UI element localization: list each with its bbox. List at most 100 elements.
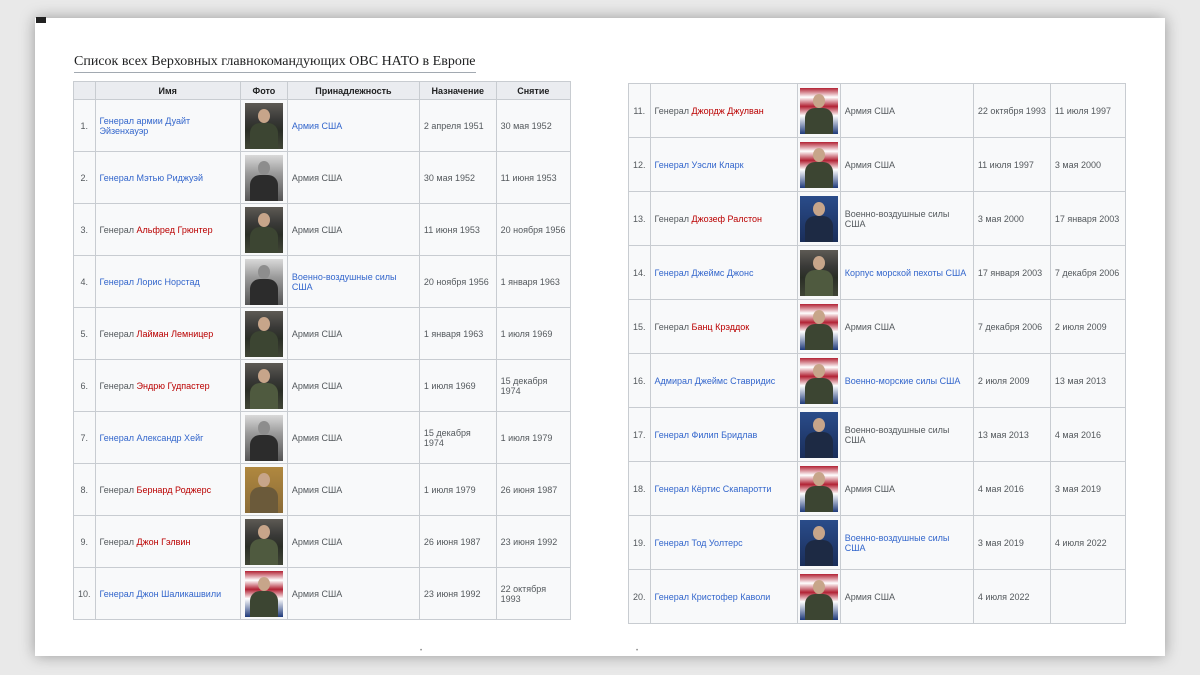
removed-date: 13 мая 2013: [1049, 353, 1127, 408]
general-portrait-icon[interactable]: [244, 258, 283, 305]
commander-name-link[interactable]: Джозеф Ралстон: [692, 214, 762, 224]
commander-name-link[interactable]: Генерал Филип Бридлав: [655, 430, 758, 440]
commander-name-link[interactable]: Лайман Лемницер: [137, 329, 214, 339]
commander-name-link[interactable]: Джон Гэлвин: [137, 537, 191, 547]
admiral-portrait-icon[interactable]: [799, 357, 838, 404]
general-portrait-icon[interactable]: [244, 466, 283, 513]
commander-name-link[interactable]: Генерал Уэсли Кларк: [655, 160, 744, 170]
scan-mark: •: [420, 648, 423, 654]
commander-name-link[interactable]: Альфред Грюнтер: [137, 225, 213, 235]
header-number: [73, 81, 96, 100]
rank-label: Генерал: [99, 224, 137, 235]
photo-cell: [796, 407, 841, 462]
general-portrait-icon[interactable]: [244, 518, 283, 565]
appointed-date: 1 июля 1969: [418, 359, 497, 412]
commander-name-cell: Генерал Лорис Норстад: [94, 255, 241, 308]
general-portrait-icon[interactable]: [799, 303, 838, 350]
affiliation-cell[interactable]: Военно-воздушные силы США: [286, 255, 420, 308]
appointed-date: 7 декабря 2006: [972, 299, 1051, 354]
general-portrait-icon[interactable]: [244, 570, 283, 617]
table-row: 1. Генерал армии Дуайт Эйзенхауэр Армия СШ…: [73, 99, 572, 152]
appointed-date: 11 июля 1997: [972, 137, 1051, 192]
removed-date: 11 июня 1953: [495, 151, 572, 204]
general-portrait-icon[interactable]: [244, 362, 283, 409]
commander-name-link[interactable]: Банц Крэддок: [692, 322, 750, 332]
row-number: 15.: [628, 299, 651, 354]
affiliation-cell: Армия США: [286, 463, 420, 516]
appointed-date: 4 июля 2022: [972, 569, 1051, 624]
table-row: 18. Генерал Кёртис Скапаротти Армия США 4 м…: [628, 461, 1127, 516]
general-portrait-icon[interactable]: [244, 206, 283, 253]
affiliation-cell: Армия США: [286, 411, 420, 464]
photo-cell: [239, 307, 288, 360]
commander-name-link[interactable]: Джордж Джулван: [692, 106, 764, 116]
row-number: 16.: [628, 353, 651, 408]
appointed-date: 1 июля 1979: [418, 463, 497, 516]
table-row: 9. Генерал Джон Гэлвин Армия США 26 июня 19…: [73, 515, 572, 568]
general-portrait-icon[interactable]: [244, 414, 283, 461]
photo-cell: [239, 515, 288, 568]
appointed-date: 2 июля 2009: [972, 353, 1051, 408]
general-portrait-icon[interactable]: [799, 519, 838, 566]
general-portrait-icon[interactable]: [799, 195, 838, 242]
general-portrait-icon[interactable]: [244, 102, 283, 149]
commander-name-link[interactable]: Генерал Тод Уолтерс: [655, 538, 743, 548]
commander-name-cell: Генерал Уэсли Кларк: [649, 137, 798, 192]
removed-date: 20 ноября 1956: [495, 203, 572, 256]
commander-name-link[interactable]: Бернард Роджерс: [137, 485, 212, 495]
rank-label: Генерал: [654, 321, 692, 332]
commander-name-link[interactable]: Генерал Джон Шаликашвили: [100, 589, 222, 599]
general-portrait-icon[interactable]: [799, 573, 838, 620]
table-row: 17. Генерал Филип Бридлав Военно-воздушные…: [628, 407, 1127, 462]
general-portrait-icon[interactable]: [244, 310, 283, 357]
general-portrait-icon[interactable]: [799, 141, 838, 188]
affiliation-cell: Военно-воздушные силы США: [839, 191, 974, 246]
commander-name-link[interactable]: Генерал Лорис Норстад: [100, 277, 200, 287]
commander-name-link[interactable]: Генерал Кёртис Скапаротти: [655, 484, 772, 494]
commander-name-cell: Адмирал Джеймс Ставридис: [649, 353, 798, 408]
scan-mark: •: [636, 648, 639, 654]
row-number: 2.: [73, 151, 96, 204]
removed-date: 1 июля 1969: [495, 307, 572, 360]
removed-date: 23 июня 1992: [495, 515, 572, 568]
commander-name-cell: Генерал Александр Хейг: [94, 411, 241, 464]
row-number: 3.: [73, 203, 96, 256]
commander-name-link[interactable]: Генерал армии Дуайт Эйзенхауэр: [100, 116, 191, 136]
general-portrait-icon[interactable]: [799, 249, 838, 296]
commander-name-link[interactable]: Генерал Джеймс Джонс: [655, 268, 754, 278]
general-portrait-icon[interactable]: [799, 411, 838, 458]
commander-name-link[interactable]: Генерал Александр Хейг: [100, 433, 204, 443]
general-portrait-icon[interactable]: [799, 465, 838, 512]
general-portrait-icon[interactable]: [244, 154, 283, 201]
commander-name-link[interactable]: Эндрю Гудпастер: [137, 381, 210, 391]
affiliation-cell: Армия США: [286, 307, 420, 360]
affiliation-cell[interactable]: Военно-воздушные силы США: [839, 515, 974, 570]
commander-name-cell: Генерал Мэтью Риджуэй: [94, 151, 241, 204]
affiliation-cell[interactable]: Армия США: [286, 99, 420, 152]
photo-cell: [796, 353, 841, 408]
table-row: 6. Генерал Эндрю Гудпастер Армия США 1 июля…: [73, 359, 572, 412]
table-row: 16. Адмирал Джеймс Ставридис Военно-морски…: [628, 353, 1127, 408]
removed-date: 17 января 2003: [1049, 191, 1127, 246]
commander-name-link[interactable]: Адмирал Джеймс Ставридис: [655, 376, 776, 386]
affiliation-cell: Армия США: [839, 83, 974, 138]
removed-date: 1 января 1963: [495, 255, 572, 308]
general-portrait-icon[interactable]: [799, 87, 838, 134]
appointed-date: 11 июня 1953: [418, 203, 497, 256]
removed-date: 3 мая 2019: [1049, 461, 1127, 516]
commander-name-link[interactable]: Генерал Мэтью Риджуэй: [100, 173, 204, 183]
page-title: Список всех Верховных главнокомандующих …: [74, 54, 476, 73]
affiliation-cell[interactable]: Корпус морской пехоты США: [839, 245, 974, 300]
appointed-date: 17 января 2003: [972, 245, 1051, 300]
commander-name-cell: Генерал Джон Шаликашвили: [94, 567, 241, 620]
row-number: 20.: [628, 569, 651, 624]
photo-cell: [796, 83, 841, 138]
table-row: 2. Генерал Мэтью Риджуэй Армия США 30 мая 1…: [73, 151, 572, 204]
header-photo: Фото: [239, 81, 288, 100]
commander-name-cell: Генерал Альфред Грюнтер: [94, 203, 241, 256]
removed-date: 15 декабря 1974: [495, 359, 572, 412]
affiliation-cell[interactable]: Военно-морские силы США: [839, 353, 974, 408]
row-number: 11.: [628, 83, 651, 138]
commander-name-link[interactable]: Генерал Кристофер Каволи: [655, 592, 771, 602]
appointed-date: 20 ноября 1956: [418, 255, 497, 308]
